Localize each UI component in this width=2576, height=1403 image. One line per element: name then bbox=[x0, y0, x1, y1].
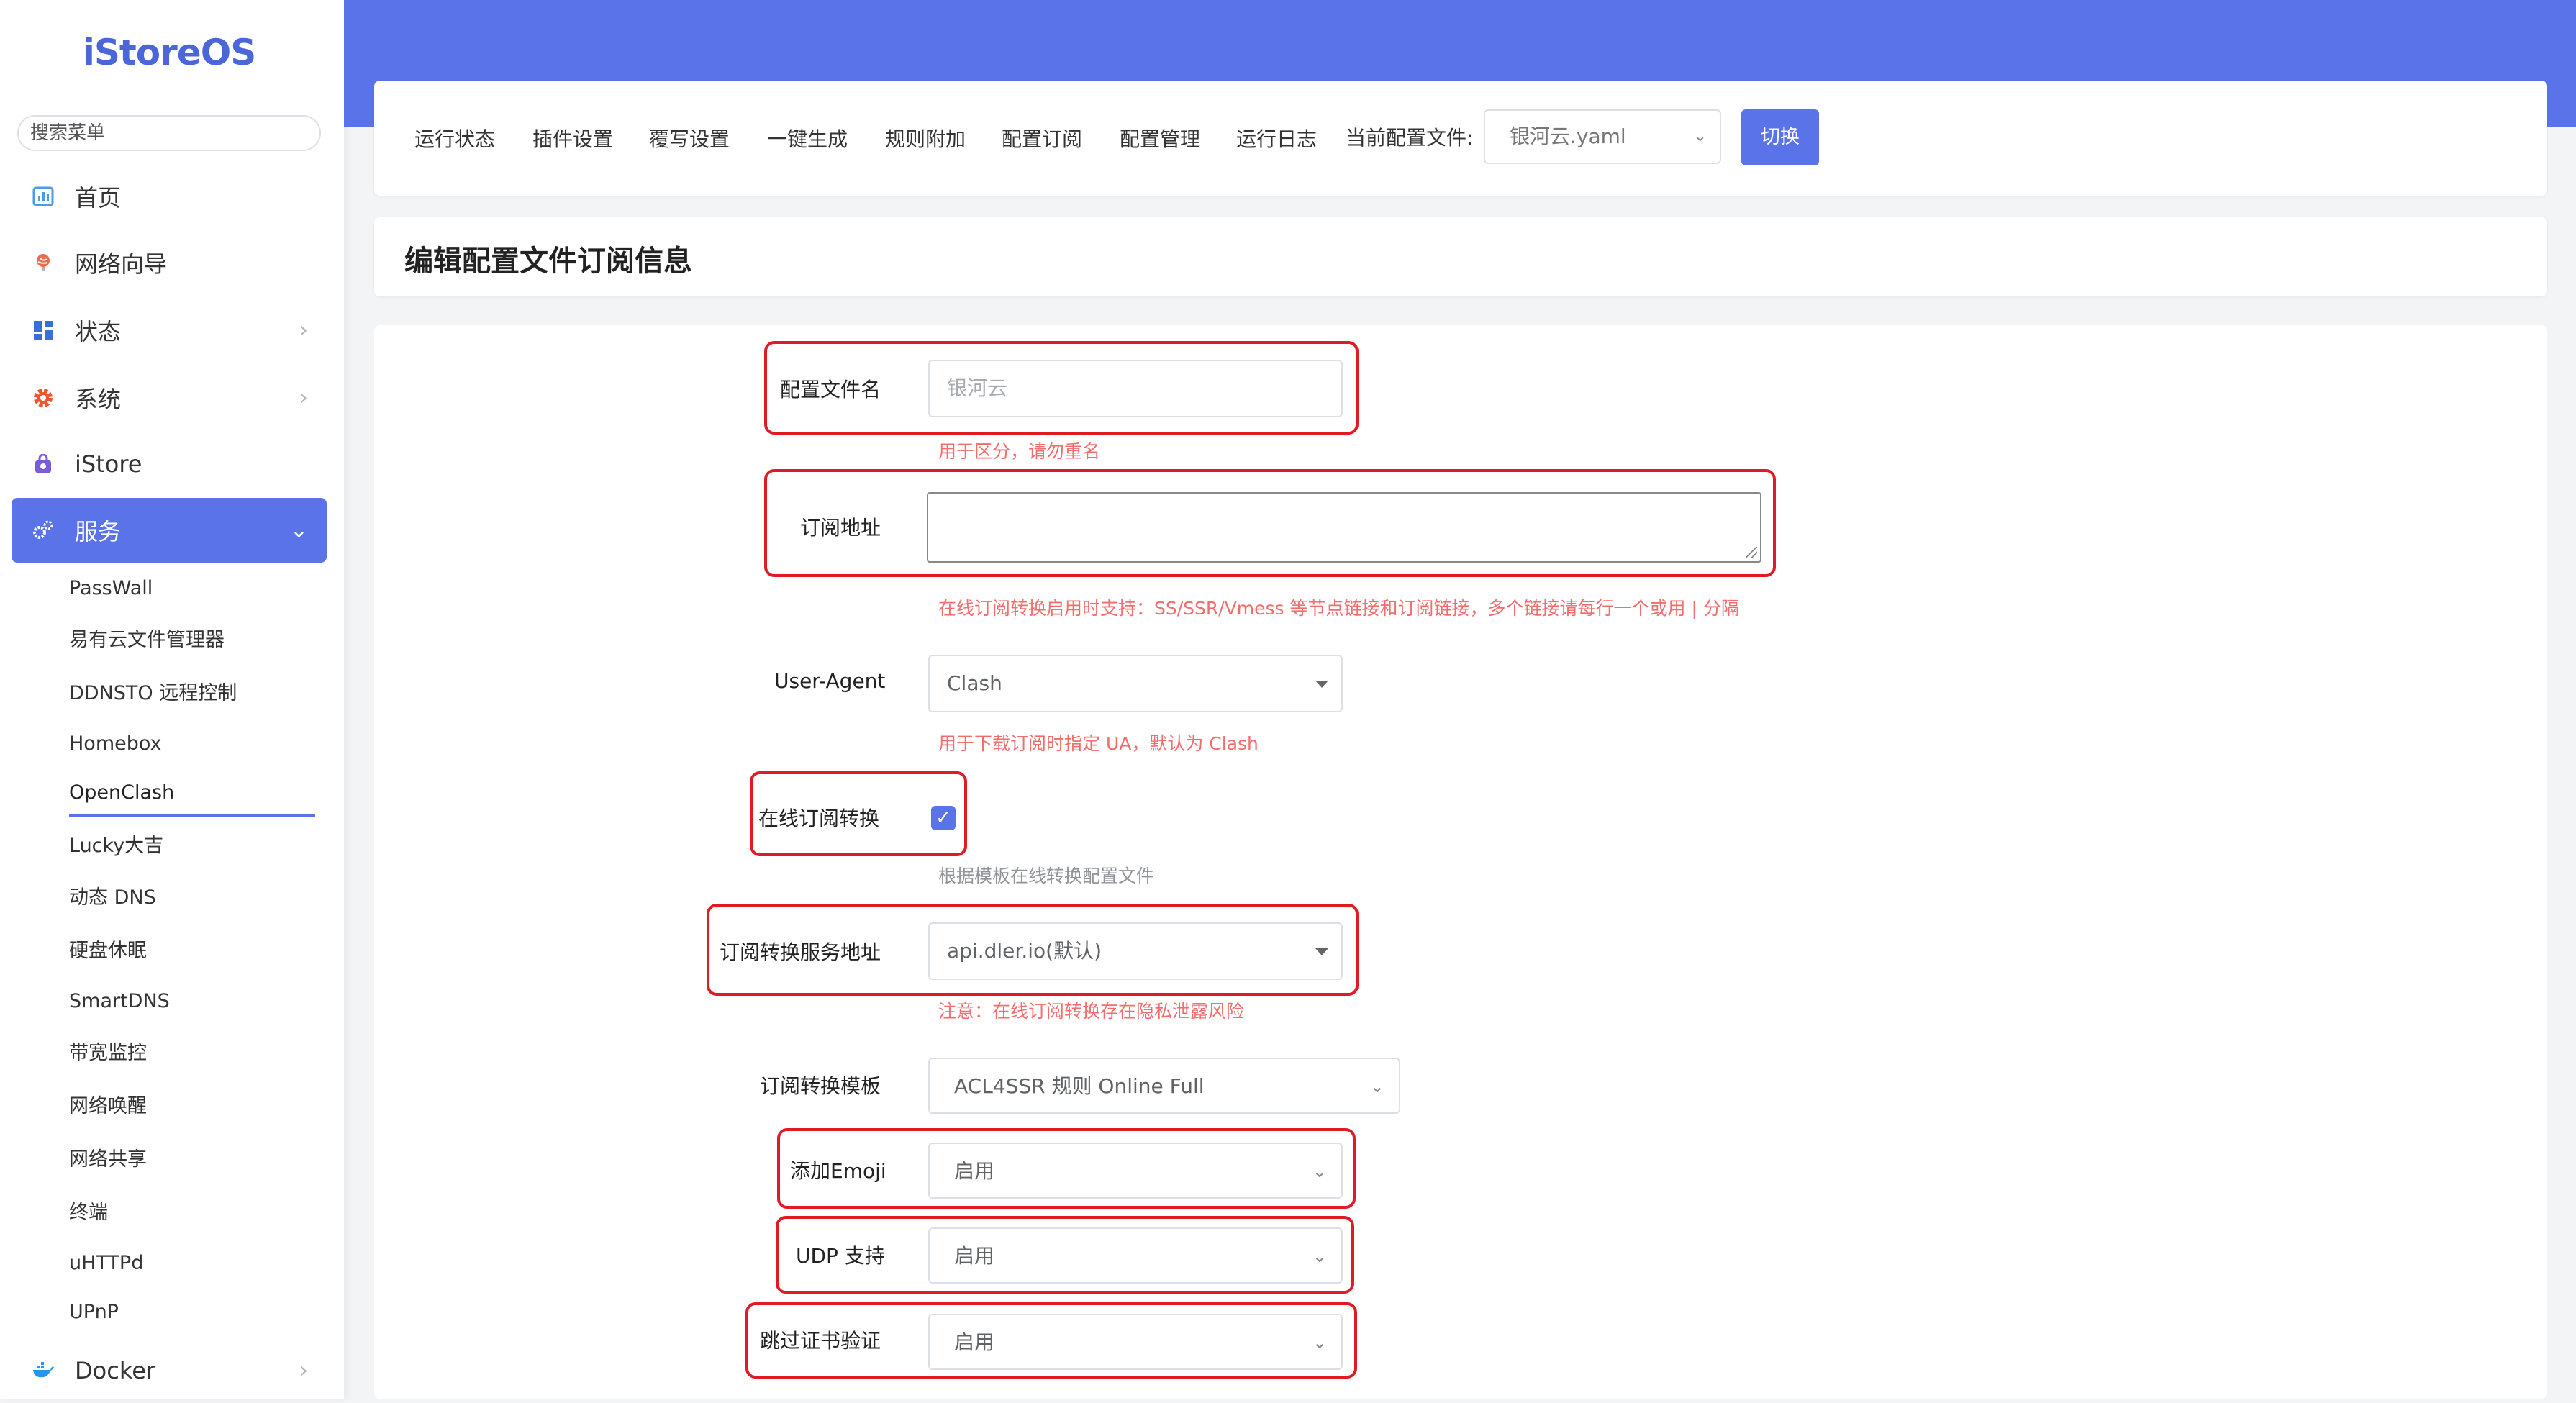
sidebar-sub-openclash[interactable]: OpenClash bbox=[69, 777, 174, 809]
user-agent-select[interactable]: Clash bbox=[928, 655, 1343, 712]
chevron-right-icon: › bbox=[299, 1358, 308, 1384]
convert-template-label: 订阅转换模板 bbox=[760, 1074, 881, 1098]
highlight-box bbox=[750, 771, 967, 856]
chevron-right-icon: › bbox=[299, 385, 308, 411]
sidebar-item-home[interactable]: 首页 bbox=[12, 164, 327, 229]
page-title: 编辑配置文件订阅信息 bbox=[404, 245, 692, 278]
docker-whale-icon bbox=[30, 1358, 56, 1384]
current-config-label: 当前配置文件: bbox=[1346, 126, 1474, 150]
sidebar-sub-uhttpd[interactable]: uHTTPd bbox=[69, 1248, 143, 1279]
convert-server-hint: 注意：在线订阅转换存在隐私泄露风险 bbox=[938, 1001, 1245, 1022]
convert-template-value: ACL4SSR 规则 Online Full bbox=[954, 1074, 1205, 1098]
sub-url-hint: 在线订阅转换启用时支持：SS/SSR/Vmess 等节点链接和订阅链接，多个链接… bbox=[938, 598, 1739, 619]
caret-down-icon bbox=[1315, 681, 1328, 688]
sidebar-item-system[interactable]: 系统 › bbox=[12, 365, 327, 430]
sidebar-sub-upnp[interactable]: UPnP bbox=[69, 1297, 119, 1328]
chevron-right-icon: › bbox=[299, 317, 308, 343]
sidebar-sub-bandwidth[interactable]: 带宽监控 bbox=[69, 1038, 147, 1069]
sidebar-sub-passwall[interactable]: PassWall bbox=[69, 573, 153, 604]
sidebar-sub-hd-idle[interactable]: 硬盘休眠 bbox=[69, 935, 147, 967]
store-bag-icon bbox=[30, 451, 56, 477]
sidebar-item-label: iStore bbox=[75, 450, 142, 478]
sidebar-sub-ddnsto[interactable]: DDNSTO 远程控制 bbox=[69, 678, 237, 709]
dashboard-icon bbox=[30, 183, 56, 209]
tab-plugin-settings[interactable]: 插件设置 bbox=[532, 124, 613, 153]
tab-config-subscribe[interactable]: 配置订阅 bbox=[1002, 124, 1082, 153]
user-agent-label: User-Agent bbox=[774, 669, 886, 693]
sidebar-sub-terminal[interactable]: 终端 bbox=[69, 1197, 108, 1229]
tab-run-status[interactable]: 运行状态 bbox=[414, 124, 495, 153]
sidebar-item-network-wizard[interactable]: 网络向导 bbox=[12, 230, 327, 295]
sidebar-item-label: 首页 bbox=[75, 184, 122, 212]
tab-config-manage[interactable]: 配置管理 bbox=[1120, 124, 1200, 153]
highlight-box bbox=[777, 1128, 1356, 1209]
sidebar-sub-lucky[interactable]: Lucky大吉 bbox=[69, 830, 163, 862]
istoreos-logo[interactable]: iStoreOS bbox=[0, 32, 338, 73]
convert-template-select[interactable]: ACL4SSR 规则 Online Full ⌄ bbox=[928, 1058, 1400, 1114]
highlight-box bbox=[707, 904, 1359, 996]
highlight-box bbox=[764, 469, 1776, 577]
current-config-select[interactable]: 银河云.yaml ⌄ bbox=[1484, 109, 1721, 164]
grid-icon bbox=[30, 317, 56, 343]
sidebar-item-istore[interactable]: iStore bbox=[12, 432, 327, 496]
gear-icon bbox=[30, 385, 56, 411]
sidebar-item-status[interactable]: 状态 › bbox=[12, 298, 327, 363]
sidebar-sub-linkease[interactable]: 易有云文件管理器 bbox=[69, 625, 225, 656]
globe-icon bbox=[30, 250, 56, 276]
user-agent-hint: 用于下载订阅时指定 UA，默认为 Clash bbox=[938, 733, 1258, 754]
sidebar-item-services[interactable]: 服务 ⌄ bbox=[12, 498, 327, 563]
sidebar-sub-wol[interactable]: 网络唤醒 bbox=[69, 1091, 147, 1122]
sidebar-sub-smartdns[interactable]: SmartDNS bbox=[69, 986, 170, 1017]
sidebar-sub-ddns[interactable]: 动态 DNS bbox=[69, 882, 156, 914]
sidebar-item-label: 状态 bbox=[75, 318, 122, 345]
highlight-box bbox=[745, 1302, 1357, 1379]
online-convert-hint: 根据模板在线转换配置文件 bbox=[938, 866, 1155, 886]
chevron-down-icon: ⌄ bbox=[1369, 1076, 1384, 1096]
highlight-box bbox=[776, 1216, 1354, 1294]
sidebar: iStoreOS 搜索菜单 首页 网络向导 状态 › 系统 › iStore 服… bbox=[0, 0, 344, 1399]
sidebar-item-label: 系统 bbox=[75, 386, 122, 413]
tab-one-click-generate[interactable]: 一键生成 bbox=[767, 124, 848, 153]
active-sub-indicator bbox=[69, 814, 315, 817]
sidebar-item-label: 网络向导 bbox=[75, 250, 168, 278]
highlight-box bbox=[764, 341, 1359, 435]
page-heading-card: 编辑配置文件订阅信息 bbox=[374, 217, 2547, 296]
sidebar-sub-share[interactable]: 网络共享 bbox=[69, 1144, 147, 1176]
switch-config-button[interactable]: 切换 bbox=[1741, 109, 1819, 165]
tab-overwrite-settings[interactable]: 覆写设置 bbox=[649, 124, 730, 153]
chevron-down-icon: ⌄ bbox=[1693, 127, 1707, 145]
menu-search-input[interactable]: 搜索菜单 bbox=[17, 115, 321, 151]
tab-rule-append[interactable]: 规则附加 bbox=[885, 124, 966, 153]
services-gears-icon bbox=[30, 517, 56, 543]
openclash-tab-bar: 运行状态 插件设置 覆写设置 一键生成 规则附加 配置订阅 配置管理 运行日志 … bbox=[374, 81, 2547, 196]
current-config-value: 银河云.yaml bbox=[1510, 124, 1626, 148]
sidebar-item-docker[interactable]: Docker › bbox=[12, 1338, 327, 1403]
sidebar-item-label: Docker bbox=[75, 1357, 156, 1384]
sidebar-sub-homebox[interactable]: Homebox bbox=[69, 728, 162, 760]
user-agent-value: Clash bbox=[947, 671, 1002, 695]
tab-run-log[interactable]: 运行日志 bbox=[1236, 124, 1317, 153]
chevron-down-icon: ⌄ bbox=[289, 517, 308, 543]
sidebar-item-label: 服务 bbox=[75, 518, 122, 545]
config-name-hint: 用于区分，请勿重名 bbox=[938, 441, 1101, 462]
